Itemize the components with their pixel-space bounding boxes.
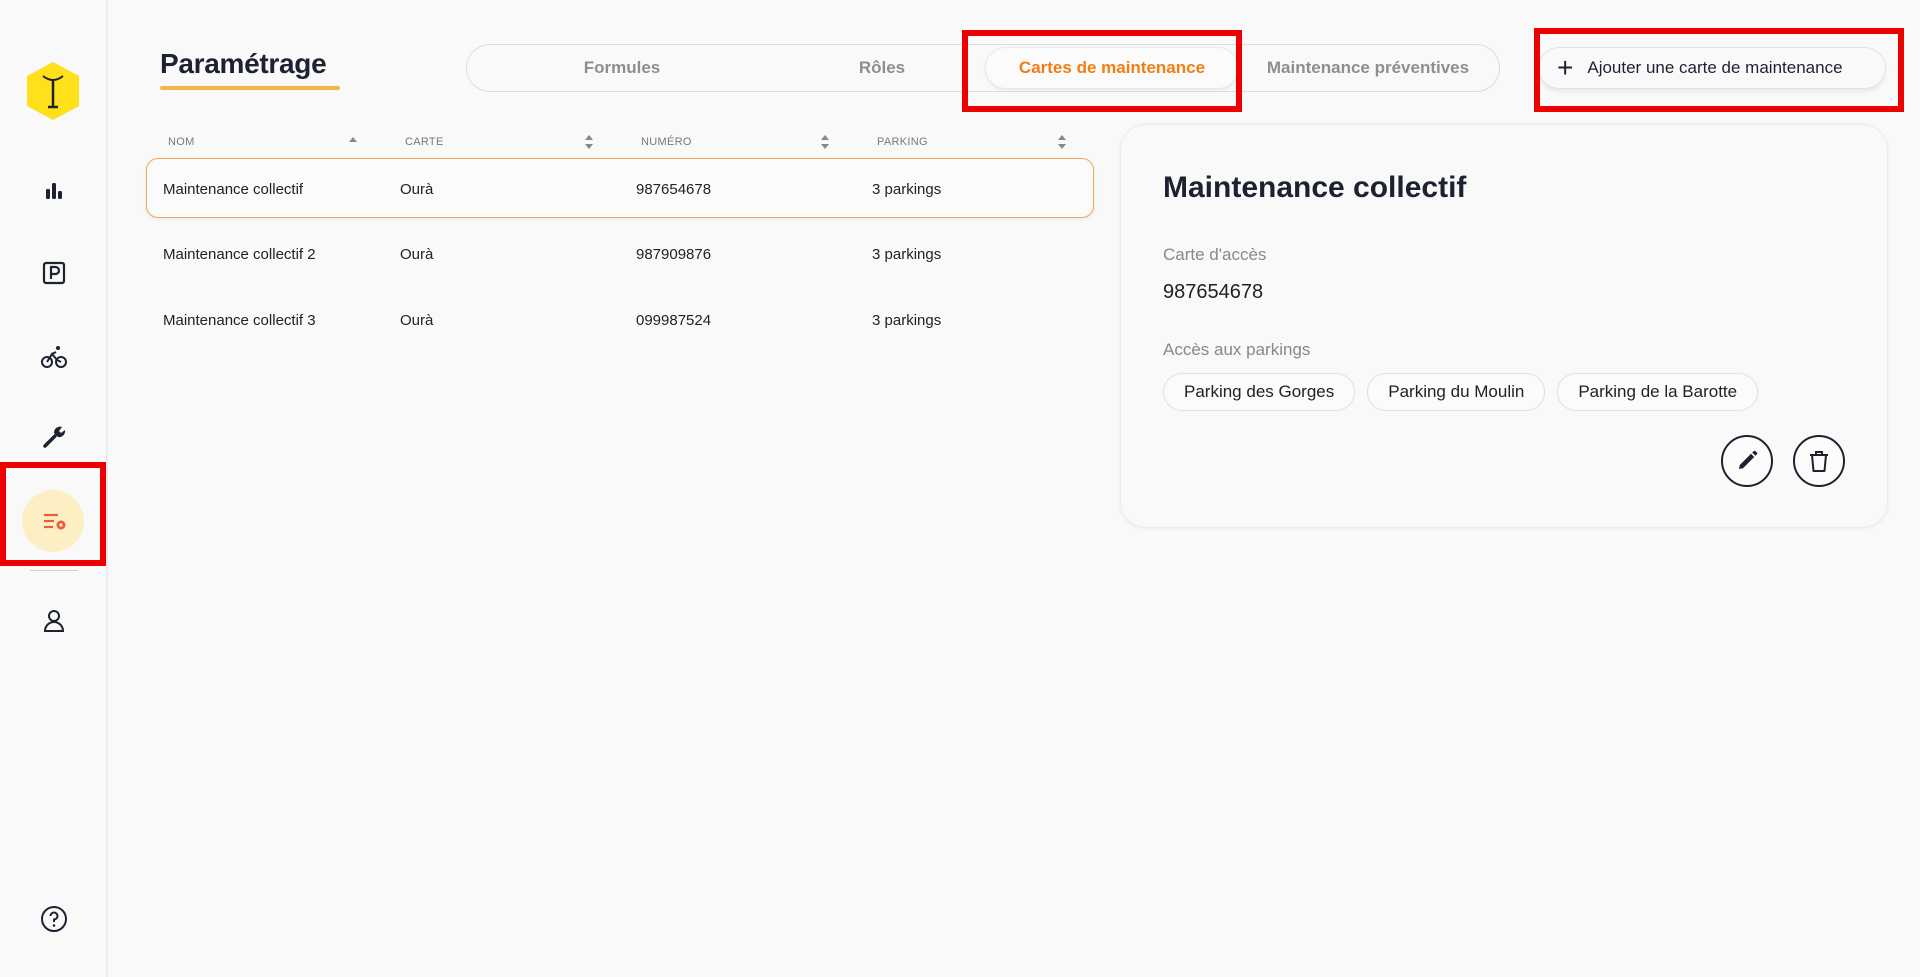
detail-title: Maintenance collectif bbox=[1163, 171, 1467, 204]
tab-roles[interactable]: Rôles bbox=[767, 45, 997, 91]
maintenance-cards-table: NOM CARTE NUMÉRO PARKING Maintenance col… bbox=[146, 128, 1094, 329]
page-title-underline bbox=[160, 86, 340, 90]
delete-button[interactable] bbox=[1793, 435, 1845, 487]
sidebar-item-users[interactable] bbox=[29, 596, 79, 646]
tab-formules[interactable]: Formules bbox=[507, 45, 737, 91]
sidebar-divider bbox=[30, 570, 78, 571]
pencil-icon bbox=[1739, 450, 1758, 469]
column-header-numero[interactable]: NUMÉRO bbox=[641, 136, 692, 148]
cell-numero: 987909876 bbox=[636, 246, 712, 263]
detail-card: Maintenance collectif Carte d'accès 9876… bbox=[1120, 124, 1888, 528]
help-icon bbox=[41, 906, 67, 932]
access-card-label: Carte d'accès bbox=[1163, 245, 1267, 264]
cell-nom: Maintenance collectif 3 bbox=[163, 312, 316, 329]
add-maintenance-card-button[interactable]: + Ajouter une carte de maintenance bbox=[1538, 47, 1886, 89]
user-icon bbox=[43, 610, 65, 632]
add-button-label: Ajouter une carte de maintenance bbox=[1587, 58, 1843, 77]
sidebar-item-help[interactable] bbox=[29, 894, 79, 944]
cell-carte: Ourà bbox=[400, 181, 434, 198]
parkings-access-label: Accès aux parkings bbox=[1163, 340, 1311, 359]
cell-parking: 3 parkings bbox=[872, 312, 942, 329]
tab-cartes-de-maintenance[interactable]: Cartes de maintenance bbox=[985, 47, 1239, 89]
page-title: Paramétrage bbox=[160, 48, 327, 79]
cell-carte: Ourà bbox=[400, 312, 434, 329]
table-row[interactable]: Maintenance collectif Ourà 987654678 3 p… bbox=[146, 158, 1094, 218]
cell-numero: 099987524 bbox=[636, 312, 712, 329]
sort-icon[interactable] bbox=[820, 134, 830, 150]
sidebar-item-parkings[interactable] bbox=[29, 248, 79, 298]
access-card-value: 987654678 bbox=[1163, 281, 1264, 303]
tab-maintenance-preventives[interactable]: Maintenance préventives bbox=[1237, 45, 1499, 91]
sort-icon[interactable] bbox=[1057, 134, 1067, 150]
list-settings-icon bbox=[44, 513, 66, 530]
cell-parking: 3 parkings bbox=[872, 181, 942, 198]
parking-chip: Parking du Moulin bbox=[1367, 373, 1546, 411]
sidebar-item-maintenance[interactable] bbox=[29, 412, 79, 462]
table-header: NOM CARTE NUMÉRO PARKING bbox=[146, 128, 1094, 158]
column-header-nom[interactable]: NOM bbox=[168, 136, 195, 148]
bar-chart-icon bbox=[46, 183, 62, 199]
parking-chip: Parking de la Barotte bbox=[1557, 373, 1759, 411]
sort-asc-icon[interactable] bbox=[348, 134, 358, 150]
parking-chip: Parking des Gorges bbox=[1163, 373, 1356, 411]
sidebar-item-stats[interactable] bbox=[29, 166, 79, 216]
cell-nom: Maintenance collectif 2 bbox=[163, 246, 316, 263]
table-row[interactable]: Maintenance collectif 2 Ourà 987909876 3… bbox=[146, 224, 1094, 284]
table-row[interactable]: Maintenance collectif 3 Ourà 099987524 3… bbox=[146, 290, 1094, 350]
parking-icon bbox=[42, 261, 66, 285]
cell-nom: Maintenance collectif bbox=[163, 181, 304, 198]
cell-carte: Ourà bbox=[400, 246, 434, 263]
column-header-parking[interactable]: PARKING bbox=[877, 136, 928, 148]
sidebar-item-bikes[interactable] bbox=[29, 332, 79, 382]
sidebar bbox=[0, 0, 108, 977]
logo-icon bbox=[27, 62, 79, 120]
edit-button[interactable] bbox=[1721, 435, 1773, 487]
plus-icon: + bbox=[1557, 52, 1574, 83]
sort-icon[interactable] bbox=[584, 134, 594, 150]
sidebar-item-settings[interactable] bbox=[29, 496, 79, 546]
cell-numero: 987654678 bbox=[636, 181, 712, 198]
cell-parking: 3 parkings bbox=[872, 246, 942, 263]
wrench-icon bbox=[43, 426, 66, 448]
bicycle-icon bbox=[41, 346, 67, 368]
tab-bar: Formules Rôles Cartes de maintenance Mai… bbox=[466, 44, 1500, 92]
trash-icon bbox=[1810, 451, 1828, 472]
parking-chips: Parking des Gorges Parking du Moulin Par… bbox=[1163, 373, 1759, 411]
column-header-carte[interactable]: CARTE bbox=[405, 136, 444, 148]
